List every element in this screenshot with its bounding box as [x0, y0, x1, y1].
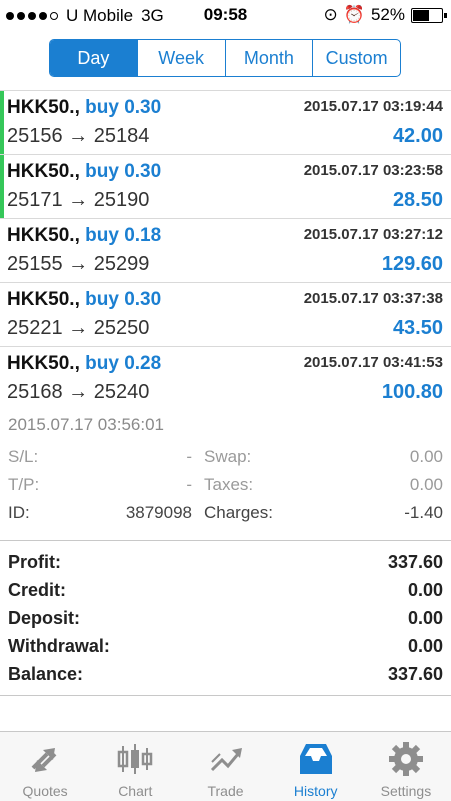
tab-label: Quotes [22, 783, 68, 799]
battery-percent: 52% [370, 5, 405, 24]
trade-side: buy 0.30 [85, 161, 162, 182]
trade-side: buy 0.28 [85, 353, 162, 374]
trade-time: 2015.07.17 03:19:44 [303, 98, 443, 115]
summary-value: 337.60 [387, 552, 443, 572]
detail-row-tp-taxes: T/P: - Taxes: 0.00 [0, 475, 451, 499]
trade-prices: 25155 → 25299 [7, 253, 150, 275]
trade-prices: 25168 → 25240 [7, 381, 150, 403]
trade-row[interactable]: HKK50., buy 0.30 25156 → 25184 2015.07.1… [0, 90, 451, 154]
divider [0, 540, 451, 541]
summary-value: 0.00 [407, 580, 443, 600]
summary-label: Balance: [8, 664, 84, 684]
detail-row-id-charges: ID: 3879098 Charges: -1.40 [0, 503, 451, 527]
tab-month[interactable]: Month [224, 40, 313, 76]
tab-week[interactable]: Week [136, 40, 225, 76]
summary-label: Deposit: [8, 608, 80, 628]
trade-symbol: HKK50., [7, 353, 80, 374]
summary-profit: Profit: 337.60 [0, 552, 451, 580]
tab-label: Chart [118, 783, 153, 799]
summary-label: Profit: [8, 552, 61, 572]
trade-profit: 129.60 [381, 253, 443, 275]
alarm-icon: ⏰ [343, 5, 365, 24]
bottom-tab-bar: Quotes Chart Trade History Settings [0, 731, 451, 801]
trade-trend-icon [210, 748, 242, 772]
trade-row[interactable]: HKK50., buy 0.18 25155 → 25299 2015.07.1… [0, 218, 451, 282]
inbox-history-icon [299, 744, 332, 774]
summary-value: 0.00 [407, 636, 443, 656]
trade-profit: 43.50 [392, 317, 443, 339]
trade-symbol: HKK50., [7, 97, 80, 118]
status-bar: U Mobile 3G 09:58 ⊙ ⏰ 52% [0, 0, 451, 30]
trade-marker [0, 155, 4, 218]
rotation-lock-icon: ⊙ [323, 5, 338, 24]
battery-icon [411, 7, 447, 23]
tab-chart[interactable]: Chart [90, 732, 180, 801]
detail-time: 2015.07.17 03:56:01 [8, 415, 164, 434]
trade-side: buy 0.18 [85, 225, 162, 246]
trade-side: buy 0.30 [85, 289, 162, 310]
tp-value: - [186, 475, 192, 494]
trade-time: 2015.07.17 03:37:38 [303, 290, 443, 307]
taxes-label: Taxes: [204, 475, 254, 494]
trade-prices: 25171 → 25190 [7, 189, 150, 211]
charges-label: Charges: [204, 503, 273, 522]
summary-value: 0.00 [407, 608, 443, 628]
trade-symbol: HKK50., [7, 289, 80, 310]
trade-time: 2015.07.17 03:23:58 [303, 162, 443, 179]
trade-time: 2015.07.17 03:27:12 [303, 226, 443, 243]
tab-quotes[interactable]: Quotes [0, 732, 90, 801]
trade-profit: 28.50 [392, 189, 443, 211]
charges-value: -1.40 [404, 503, 443, 522]
period-selector: Day Week Month Custom [49, 39, 401, 77]
tab-trade[interactable]: Trade [180, 732, 270, 801]
quotes-arrows-icon [31, 748, 57, 772]
divider [0, 695, 451, 696]
summary-withdrawal: Withdrawal: 0.00 [0, 636, 451, 664]
sl-label: S/L: [8, 447, 39, 466]
tab-custom[interactable]: Custom [312, 40, 400, 76]
tab-settings[interactable]: Settings [361, 732, 451, 801]
trade-list: HKK50., buy 0.30 25156 → 25184 2015.07.1… [0, 90, 451, 410]
id-value: 3879098 [125, 503, 192, 522]
sl-value: - [186, 447, 192, 466]
trade-profit: 42.00 [392, 125, 443, 147]
trade-side: buy 0.30 [85, 97, 162, 118]
taxes-value: 0.00 [409, 475, 443, 494]
candlestick-chart-icon [118, 744, 153, 774]
summary-label: Credit: [8, 580, 66, 600]
summary-deposit: Deposit: 0.00 [0, 608, 451, 636]
swap-label: Swap: [204, 447, 252, 466]
trade-row[interactable]: HKK50., buy 0.30 25171 → 25190 2015.07.1… [0, 154, 451, 218]
trade-marker [0, 91, 4, 154]
tab-label: History [293, 783, 338, 799]
trade-time: 2015.07.17 03:41:53 [303, 354, 443, 371]
tab-label: Trade [207, 783, 244, 799]
detail-row-sl-swap: S/L: - Swap: 0.00 [0, 447, 451, 471]
gear-icon [388, 742, 423, 776]
tab-history[interactable]: History [271, 732, 361, 801]
trade-prices: 25156 → 25184 [7, 125, 150, 147]
tab-label: Settings [380, 783, 432, 799]
trade-profit: 100.80 [381, 381, 443, 403]
trade-row[interactable]: HKK50., buy 0.28 25168 → 25240 2015.07.1… [0, 346, 451, 410]
trade-row[interactable]: HKK50., buy 0.30 25221 → 25250 2015.07.1… [0, 282, 451, 346]
tab-day[interactable]: Day [50, 40, 137, 76]
summary-value: 337.60 [387, 664, 443, 684]
swap-value: 0.00 [409, 447, 443, 466]
id-label: ID: [8, 503, 30, 522]
trade-symbol: HKK50., [7, 161, 80, 182]
summary-credit: Credit: 0.00 [0, 580, 451, 608]
tp-label: T/P: [8, 475, 40, 494]
trade-prices: 25221 → 25250 [7, 317, 150, 339]
trade-symbol: HKK50., [7, 225, 80, 246]
summary-label: Withdrawal: [8, 636, 110, 656]
summary-balance: Balance: 337.60 [0, 664, 451, 692]
